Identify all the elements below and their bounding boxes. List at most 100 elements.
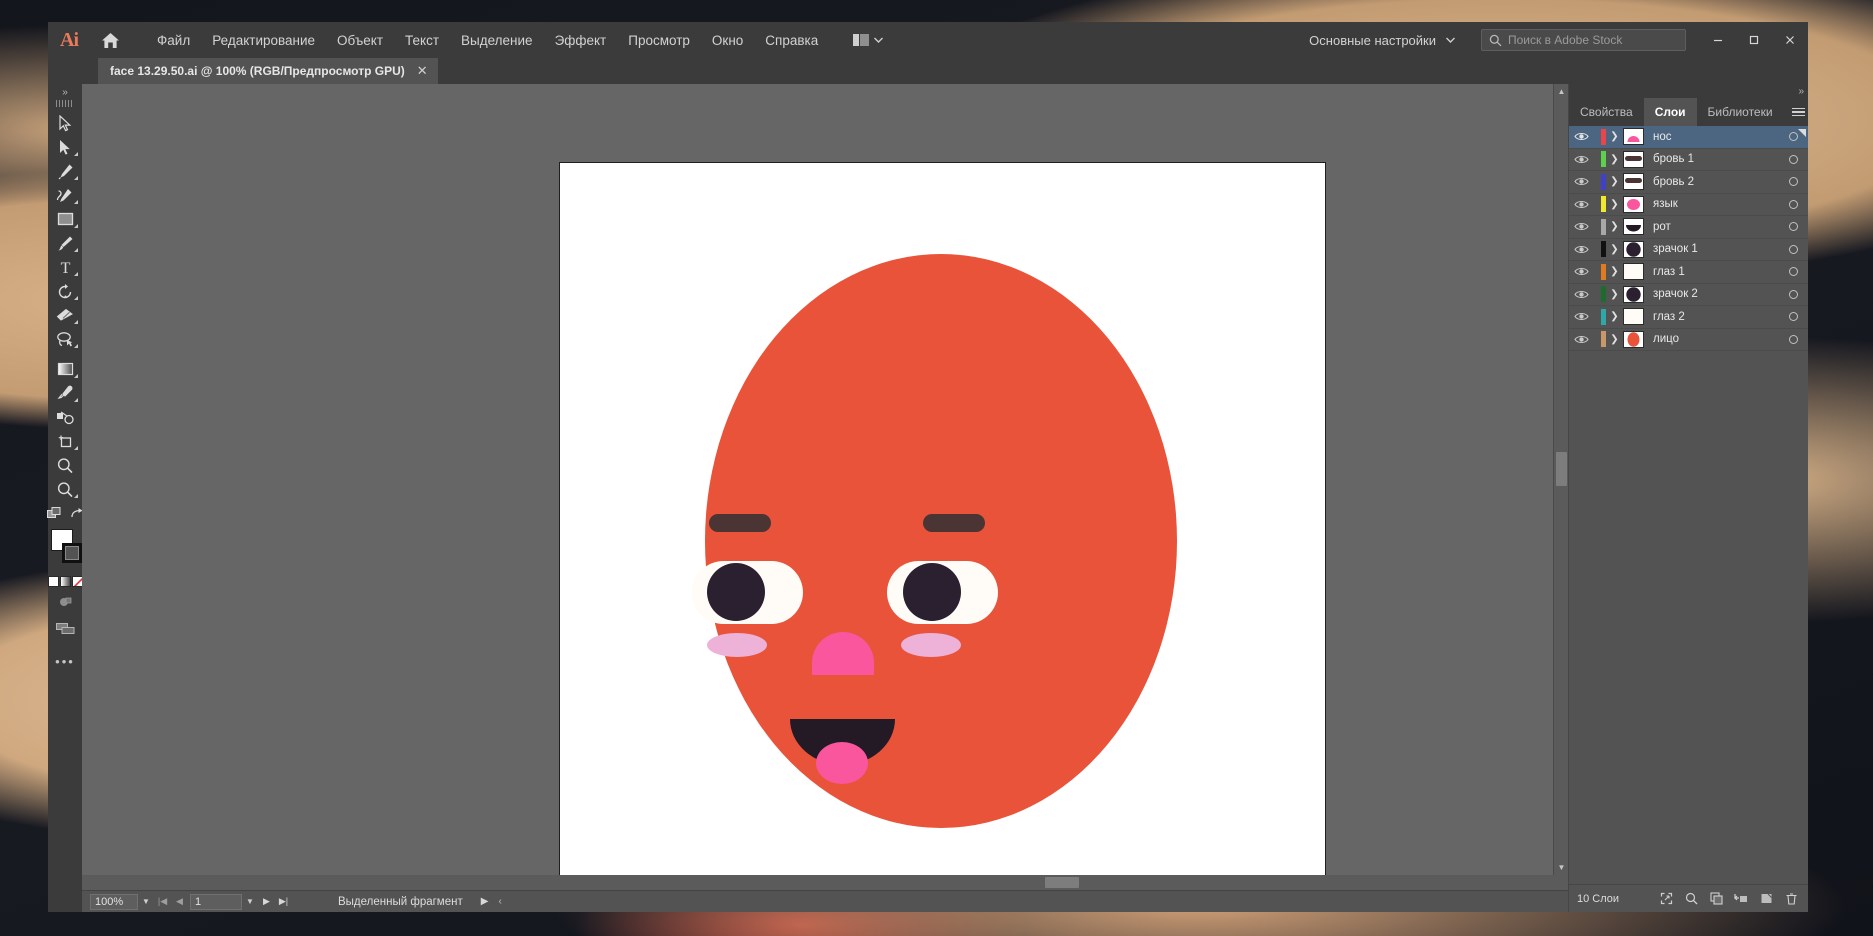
layer-expand-icon[interactable]: ❯	[1606, 199, 1623, 210]
layer-expand-icon[interactable]: ❯	[1606, 311, 1623, 322]
layer-target-icon[interactable]	[1789, 222, 1798, 231]
scroll-up-icon[interactable]: ▲	[1554, 84, 1568, 99]
layer-expand-icon[interactable]: ❯	[1606, 154, 1623, 165]
layer-row-nose[interactable]: ❯ нос	[1569, 126, 1808, 149]
next-page-icon[interactable]: ▶	[258, 896, 275, 907]
menu-item-view[interactable]: Просмотр	[617, 27, 701, 54]
layer-target-icon[interactable]	[1789, 335, 1798, 344]
none-swatch[interactable]	[72, 576, 83, 587]
toolbar-drag-handle[interactable]	[56, 100, 74, 107]
layer-target-icon[interactable]	[1789, 177, 1798, 186]
artboard-tool[interactable]	[50, 453, 80, 477]
stroke-color-swatch[interactable]	[62, 543, 82, 563]
locate-object-icon[interactable]	[1655, 889, 1677, 909]
close-button[interactable]	[1772, 22, 1808, 58]
type-tool[interactable]: T	[50, 255, 80, 279]
layer-target-icon[interactable]	[1789, 312, 1798, 321]
screen-mode-button[interactable]	[56, 622, 75, 640]
shape-builder-tool[interactable]	[50, 429, 80, 453]
layer-name[interactable]: язык	[1653, 198, 1678, 210]
vertical-scroll-thumb[interactable]	[1556, 452, 1567, 486]
tab-libraries[interactable]: Библиотеки	[1697, 98, 1784, 126]
vertical-scrollbar[interactable]: ▲ ▼	[1553, 84, 1568, 875]
layer-target-icon[interactable]	[1789, 267, 1798, 276]
visibility-toggle-icon[interactable]	[1569, 154, 1593, 165]
layer-name[interactable]: нос	[1653, 131, 1672, 143]
status-text[interactable]: Выделенный фрагмент	[338, 896, 463, 908]
horizontal-scroll-thumb[interactable]	[1045, 877, 1079, 888]
panel-menu-icon[interactable]	[1784, 98, 1813, 126]
page-dropdown-icon[interactable]: ▼	[242, 897, 258, 906]
blend-tool[interactable]	[50, 405, 80, 429]
layer-expand-icon[interactable]: ❯	[1606, 266, 1623, 277]
curvature-tool[interactable]	[50, 183, 80, 207]
status-play-icon[interactable]: ▶	[481, 896, 489, 907]
status-prev-icon[interactable]: ‹	[498, 896, 501, 907]
layer-name[interactable]: зрачок 1	[1653, 243, 1698, 255]
lasso-tool[interactable]	[50, 327, 80, 351]
maximize-button[interactable]	[1736, 22, 1772, 58]
layer-target-icon[interactable]	[1789, 290, 1798, 299]
layer-expand-icon[interactable]: ❯	[1606, 131, 1623, 142]
delete-layer-icon[interactable]	[1780, 889, 1802, 909]
layer-row-eye-2[interactable]: ❯ глаз 2	[1569, 306, 1808, 329]
visibility-toggle-icon[interactable]	[1569, 221, 1593, 232]
layer-row-eye-1[interactable]: ❯ глаз 1	[1569, 261, 1808, 284]
drawing-modes-button[interactable]	[58, 595, 73, 613]
visibility-toggle-icon[interactable]	[1569, 289, 1593, 300]
search-layer-icon[interactable]	[1680, 889, 1702, 909]
visibility-toggle-icon[interactable]	[1569, 176, 1593, 187]
artboard[interactable]	[559, 162, 1326, 875]
layer-name[interactable]: глаз 2	[1653, 311, 1685, 323]
layer-expand-icon[interactable]: ❯	[1606, 289, 1623, 300]
layer-name[interactable]: рот	[1653, 221, 1671, 233]
layer-row-face[interactable]: ❯ лицо	[1569, 329, 1808, 352]
drawing-mode-icon[interactable]	[47, 507, 62, 525]
paintbrush-tool[interactable]	[50, 231, 80, 255]
face-artwork[interactable]	[560, 163, 1325, 875]
visibility-toggle-icon[interactable]	[1569, 131, 1593, 142]
layer-name[interactable]: глаз 1	[1653, 266, 1685, 278]
home-icon[interactable]	[90, 32, 130, 49]
close-icon[interactable]: ✕	[417, 63, 428, 79]
layer-name[interactable]: зрачок 2	[1653, 288, 1698, 300]
menu-item-select[interactable]: Выделение	[450, 27, 544, 54]
menu-item-text[interactable]: Текст	[394, 27, 450, 54]
layer-expand-icon[interactable]: ❯	[1606, 244, 1623, 255]
first-page-icon[interactable]: |◀	[154, 896, 171, 907]
panel-collapse-button[interactable]: »	[1569, 84, 1808, 98]
eyedropper-tool[interactable]	[50, 381, 80, 405]
arrange-documents-button[interactable]	[847, 30, 889, 50]
layer-target-icon[interactable]	[1789, 132, 1798, 141]
visibility-toggle-icon[interactable]	[1569, 266, 1593, 277]
search-input[interactable]: Поиск в Adobe Stock	[1508, 33, 1622, 47]
layer-expand-icon[interactable]: ❯	[1606, 176, 1623, 187]
selection-tool[interactable]	[50, 111, 80, 135]
layer-row-mouth[interactable]: ❯ рот	[1569, 216, 1808, 239]
layer-target-icon[interactable]	[1789, 245, 1798, 254]
layer-expand-icon[interactable]: ❯	[1606, 221, 1623, 232]
minimize-button[interactable]	[1700, 22, 1736, 58]
rotate-tool[interactable]	[50, 279, 80, 303]
eraser-tool[interactable]	[50, 303, 80, 327]
last-page-icon[interactable]: ▶|	[275, 896, 292, 907]
visibility-toggle-icon[interactable]	[1569, 311, 1593, 322]
layer-row-eyebrow-1[interactable]: ❯ бровь 1	[1569, 149, 1808, 172]
stock-search-box[interactable]: Поиск в Adobe Stock	[1481, 29, 1686, 51]
layer-target-icon[interactable]	[1789, 200, 1798, 209]
layer-row-pupil-1[interactable]: ❯ зрачок 1	[1569, 239, 1808, 262]
pen-tool[interactable]	[50, 159, 80, 183]
layer-row-tongue[interactable]: ❯ язык	[1569, 194, 1808, 217]
layer-name[interactable]: бровь 2	[1653, 176, 1694, 188]
layer-target-icon[interactable]	[1789, 155, 1798, 164]
toolbar-collapse-button[interactable]: »	[62, 86, 68, 100]
scroll-down-icon[interactable]: ▼	[1554, 860, 1568, 875]
menu-item-edit[interactable]: Редактирование	[201, 27, 326, 54]
menu-item-object[interactable]: Объект	[326, 27, 394, 54]
rectangle-tool[interactable]	[50, 207, 80, 231]
page-number-field[interactable]: 1	[190, 894, 242, 910]
layer-row-eyebrow-2[interactable]: ❯ бровь 2	[1569, 171, 1808, 194]
color-swatch[interactable]	[48, 576, 59, 587]
visibility-toggle-icon[interactable]	[1569, 244, 1593, 255]
canvas-area[interactable]: ▲ ▼	[82, 84, 1568, 875]
